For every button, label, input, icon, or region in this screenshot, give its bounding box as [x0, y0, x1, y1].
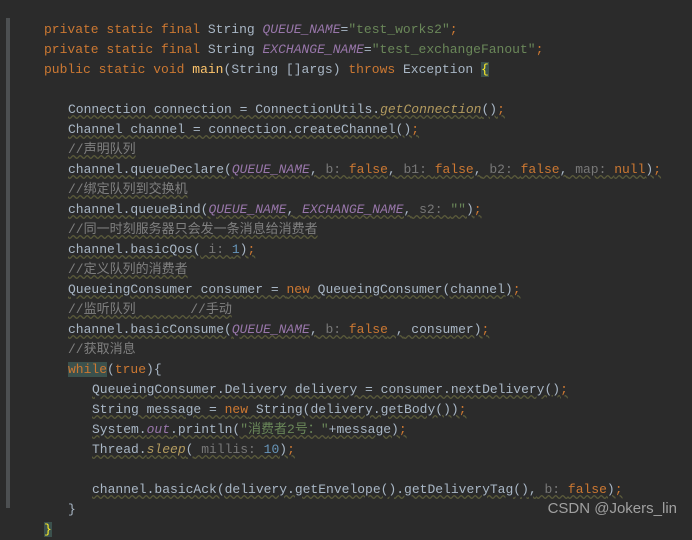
code-line: channel.queueDeclare(QUEUE_NAME, b: fals… [20, 160, 692, 180]
code-line: QueueingConsumer consumer = new Queueing… [20, 280, 692, 300]
code-line: System.out.println("消费者2号："+message); [20, 420, 692, 440]
code-editor[interactable]: private static final String QUEUE_NAME="… [0, 0, 692, 540]
code-line: QueueingConsumer.Delivery delivery = con… [20, 380, 692, 400]
code-line: } [20, 520, 692, 540]
code-line: channel.basicConsume(QUEUE_NAME, b: fals… [20, 320, 692, 340]
code-line: channel.queueBind(QUEUE_NAME, EXCHANGE_N… [20, 200, 692, 220]
code-line [20, 80, 692, 100]
code-line: //绑定队列到交换机 [20, 180, 692, 200]
code-line: String message = new String(delivery.get… [20, 400, 692, 420]
code-line: channel.basicQos( i: 1); [20, 240, 692, 260]
code-line: channel.basicAck(delivery.getEnvelope().… [20, 480, 692, 500]
code-line: //声明队列 [20, 140, 692, 160]
code-line: //监听队列 //手动 [20, 300, 692, 320]
code-line: while(true){ [20, 360, 692, 380]
code-line: Channel channel = connection.createChann… [20, 120, 692, 140]
code-line: public static void main(String []args) t… [20, 60, 692, 80]
code-line: Thread.sleep( millis: 10); [20, 440, 692, 460]
code-line: private static final String QUEUE_NAME="… [20, 20, 692, 40]
code-line: Connection connection = ConnectionUtils.… [20, 100, 692, 120]
code-line: private static final String EXCHANGE_NAM… [20, 40, 692, 60]
code-line: //同一时刻服务器只会发一条消息给消费者 [20, 220, 692, 240]
code-line: //定义队列的消费者 [20, 260, 692, 280]
code-line: //获取消息 [20, 340, 692, 360]
code-line [20, 460, 692, 480]
watermark-text: CSDN @Jokers_lin [548, 500, 677, 517]
